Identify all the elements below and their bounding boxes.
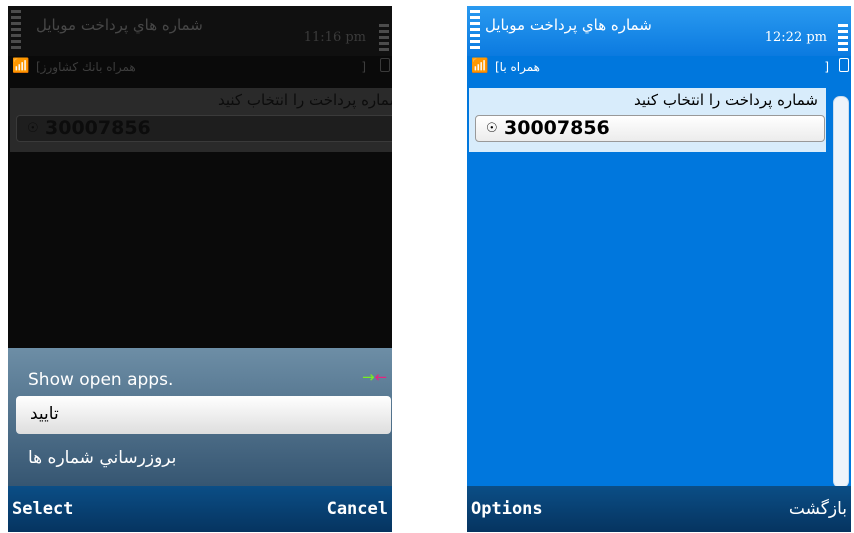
clock: 11:16 pm	[303, 30, 366, 45]
battery-icon	[838, 24, 848, 52]
antenna-icon: 📶	[471, 58, 489, 74]
operator-bar: 📶 همراه با] ]	[467, 56, 851, 84]
softkey-bar: Select Cancel	[8, 486, 392, 532]
payment-number-field[interactable]: ☉ 30007856	[16, 115, 392, 142]
payment-number-value: 30007856	[45, 117, 151, 139]
antenna-icon: 📶	[12, 58, 30, 74]
bracket: ]	[824, 60, 829, 74]
cancel-softkey[interactable]: Cancel	[327, 499, 388, 519]
bracket: ]	[361, 60, 366, 74]
form-prompt: شماره پرداخت را انتخاب كنيد	[217, 91, 392, 109]
task-swap-icon: →←	[362, 368, 388, 386]
select-softkey[interactable]: Select	[12, 499, 73, 519]
right-phone-screen: شماره هاي پرداخت موبايل 12:22 pm 📶 همراه…	[467, 6, 851, 532]
payment-number-form: شماره پرداخت را انتخاب كنيد ☉ 30007856	[10, 88, 392, 152]
status-bar: شماره هاي پرداخت موبايل 12:22 pm	[467, 6, 851, 56]
app-title: شماره هاي پرداخت موبايل	[36, 16, 203, 34]
scrollbar[interactable]	[833, 96, 849, 488]
form-prompt: شماره پرداخت را انتخاب كنيد	[633, 91, 818, 109]
signal-strength-icon	[11, 10, 21, 50]
status-bar: شماره هاي پرداخت موبايل 11:16 pm	[8, 6, 392, 56]
menu-item-confirm-label: تاييد	[30, 404, 59, 424]
operator-name: همراه بانك كشاورز]	[36, 60, 136, 74]
battery-icon	[379, 24, 389, 52]
payment-number-field[interactable]: ☉ 30007856	[475, 115, 825, 142]
app-title: شماره هاي پرداخت موبايل	[485, 16, 652, 34]
left-phone-screen: شماره هاي پرداخت موبايل 11:16 pm 📶 همراه…	[8, 6, 392, 532]
radio-selected-icon: ☉	[27, 121, 39, 136]
operator-name: همراه با]	[495, 60, 540, 74]
battery-small-icon	[380, 58, 390, 72]
operator-bar: 📶 همراه بانك كشاورز] ]	[8, 56, 392, 84]
back-softkey[interactable]: بازگشت	[789, 499, 847, 519]
options-menu: Show open apps. →← تاييد بروزرساني شماره…	[8, 348, 392, 488]
menu-item-update-numbers[interactable]: بروزرساني شماره ها	[28, 448, 176, 468]
clock: 12:22 pm	[764, 30, 827, 45]
payment-number-value: 30007856	[504, 117, 610, 139]
menu-item-show-open-apps[interactable]: Show open apps.	[28, 370, 173, 390]
menu-item-confirm[interactable]: تاييد	[16, 396, 391, 434]
radio-selected-icon: ☉	[486, 121, 498, 136]
signal-strength-icon	[470, 10, 480, 50]
softkey-bar: Options بازگشت	[467, 486, 851, 532]
payment-number-form: شماره پرداخت را انتخاب كنيد ☉ 30007856	[469, 88, 826, 152]
battery-small-icon	[839, 58, 849, 72]
options-softkey[interactable]: Options	[471, 499, 543, 519]
